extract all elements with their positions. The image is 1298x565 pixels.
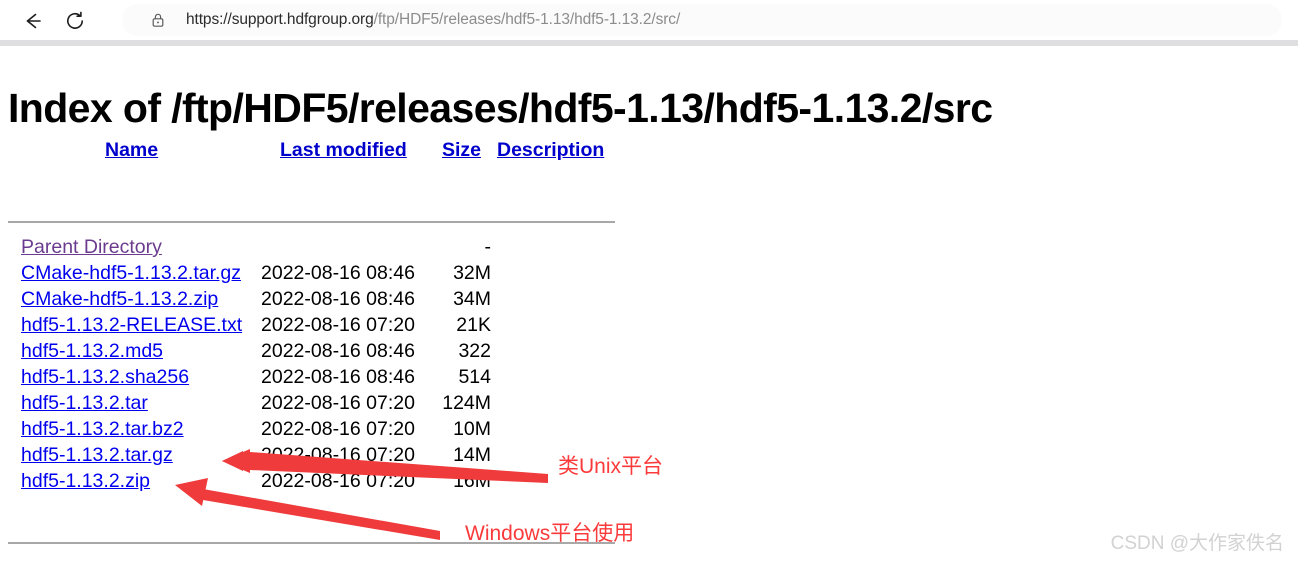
directory-index-table: Name Last modified Size Description Pare… (8, 139, 616, 544)
file-link[interactable]: hdf5-1.13.2.tar (21, 392, 148, 415)
table-header-row: Name Last modified Size Description (8, 139, 616, 171)
file-size: 322 (458, 340, 491, 362)
file-link[interactable]: CMake-hdf5-1.13.2.tar.gz (21, 262, 241, 285)
table-row: Parent Directory - (8, 236, 616, 262)
file-link[interactable]: hdf5-1.13.2.sha256 (21, 366, 189, 389)
address-bar[interactable]: https://support.hdfgroup.org/ftp/HDF5/re… (122, 4, 1282, 36)
file-modified: 2022-08-16 07:20 (261, 444, 415, 466)
lock-icon (150, 12, 166, 28)
column-header-description[interactable]: Description (497, 139, 604, 162)
file-link[interactable]: hdf5-1.13.2-RELEASE.txt (21, 314, 242, 337)
file-modified: 2022-08-16 07:20 (261, 470, 415, 492)
file-link[interactable]: hdf5-1.13.2.zip (21, 470, 150, 493)
table-row: hdf5-1.13.2.zip 2022-08-16 07:20 16M (8, 470, 616, 496)
watermark: CSDN @大作家佚名 (1110, 533, 1284, 554)
file-size: 14M (453, 444, 491, 466)
address-bar-host: https://support.hdfgroup.org (186, 11, 374, 28)
file-modified: 2022-08-16 07:20 (261, 314, 415, 336)
file-modified: 2022-08-16 07:20 (261, 418, 415, 440)
table-row: CMake-hdf5-1.13.2.tar.gz 2022-08-16 08:46… (8, 262, 616, 288)
page-title: Index of /ftp/HDF5/releases/hdf5-1.13/hd… (8, 85, 993, 132)
back-button[interactable] (18, 6, 48, 36)
table-row: hdf5-1.13.2.md5 2022-08-16 08:46 322 (8, 340, 616, 366)
header-divider (8, 221, 615, 223)
address-bar-path: /ftp/HDF5/releases/hdf5-1.13/hdf5-1.13.2… (373, 11, 681, 28)
file-size: 32M (453, 262, 491, 284)
table-body: Parent Directory - CMake-hdf5-1.13.2.tar.g… (8, 236, 616, 496)
file-modified: 2022-08-16 08:46 (261, 262, 415, 284)
file-size: 124M (442, 392, 491, 414)
table-row: hdf5-1.13.2.tar.bz2 2022-08-16 07:20 10M (8, 418, 616, 444)
table-row: CMake-hdf5-1.13.2.zip 2022-08-16 08:46 34M (8, 288, 616, 314)
file-link[interactable]: hdf5-1.13.2.tar.bz2 (21, 418, 184, 441)
column-header-name[interactable]: Name (105, 139, 158, 162)
file-size: - (484, 236, 492, 258)
file-size: 514 (458, 366, 491, 388)
file-modified: 2022-08-16 08:46 (261, 340, 415, 362)
table-row: hdf5-1.13.2.sha256 2022-08-16 08:46 514 (8, 366, 616, 392)
page-content: Index of /ftp/HDF5/releases/hdf5-1.13/hd… (0, 47, 1298, 565)
file-modified: 2022-08-16 07:20 (261, 392, 415, 414)
file-size: 10M (453, 418, 491, 440)
file-size: 21K (456, 314, 491, 336)
column-header-size[interactable]: Size (442, 139, 481, 162)
file-link[interactable]: hdf5-1.13.2.tar.gz (21, 444, 173, 467)
back-arrow-icon (22, 10, 44, 32)
reload-icon (64, 10, 86, 32)
browser-toolbar: https://support.hdfgroup.org/ftp/HDF5/re… (0, 0, 1298, 40)
file-link[interactable]: hdf5-1.13.2.md5 (21, 340, 163, 363)
address-bar-url: https://support.hdfgroup.org/ftp/HDF5/re… (186, 11, 680, 29)
reload-button[interactable] (60, 6, 90, 36)
file-modified: 2022-08-16 08:46 (261, 288, 415, 310)
file-link[interactable]: CMake-hdf5-1.13.2.zip (21, 288, 218, 311)
table-row: hdf5-1.13.2.tar 2022-08-16 07:20 124M (8, 392, 616, 418)
file-modified: 2022-08-16 08:46 (261, 366, 415, 388)
file-size: 16M (453, 470, 491, 492)
footer-divider (8, 542, 615, 544)
file-link[interactable]: Parent Directory (21, 236, 162, 259)
table-row: hdf5-1.13.2.tar.gz 2022-08-16 07:20 14M (8, 444, 616, 470)
column-header-last-modified[interactable]: Last modified (280, 139, 407, 162)
table-row: hdf5-1.13.2-RELEASE.txt 2022-08-16 07:20 2… (8, 314, 616, 340)
file-size: 34M (453, 288, 491, 310)
